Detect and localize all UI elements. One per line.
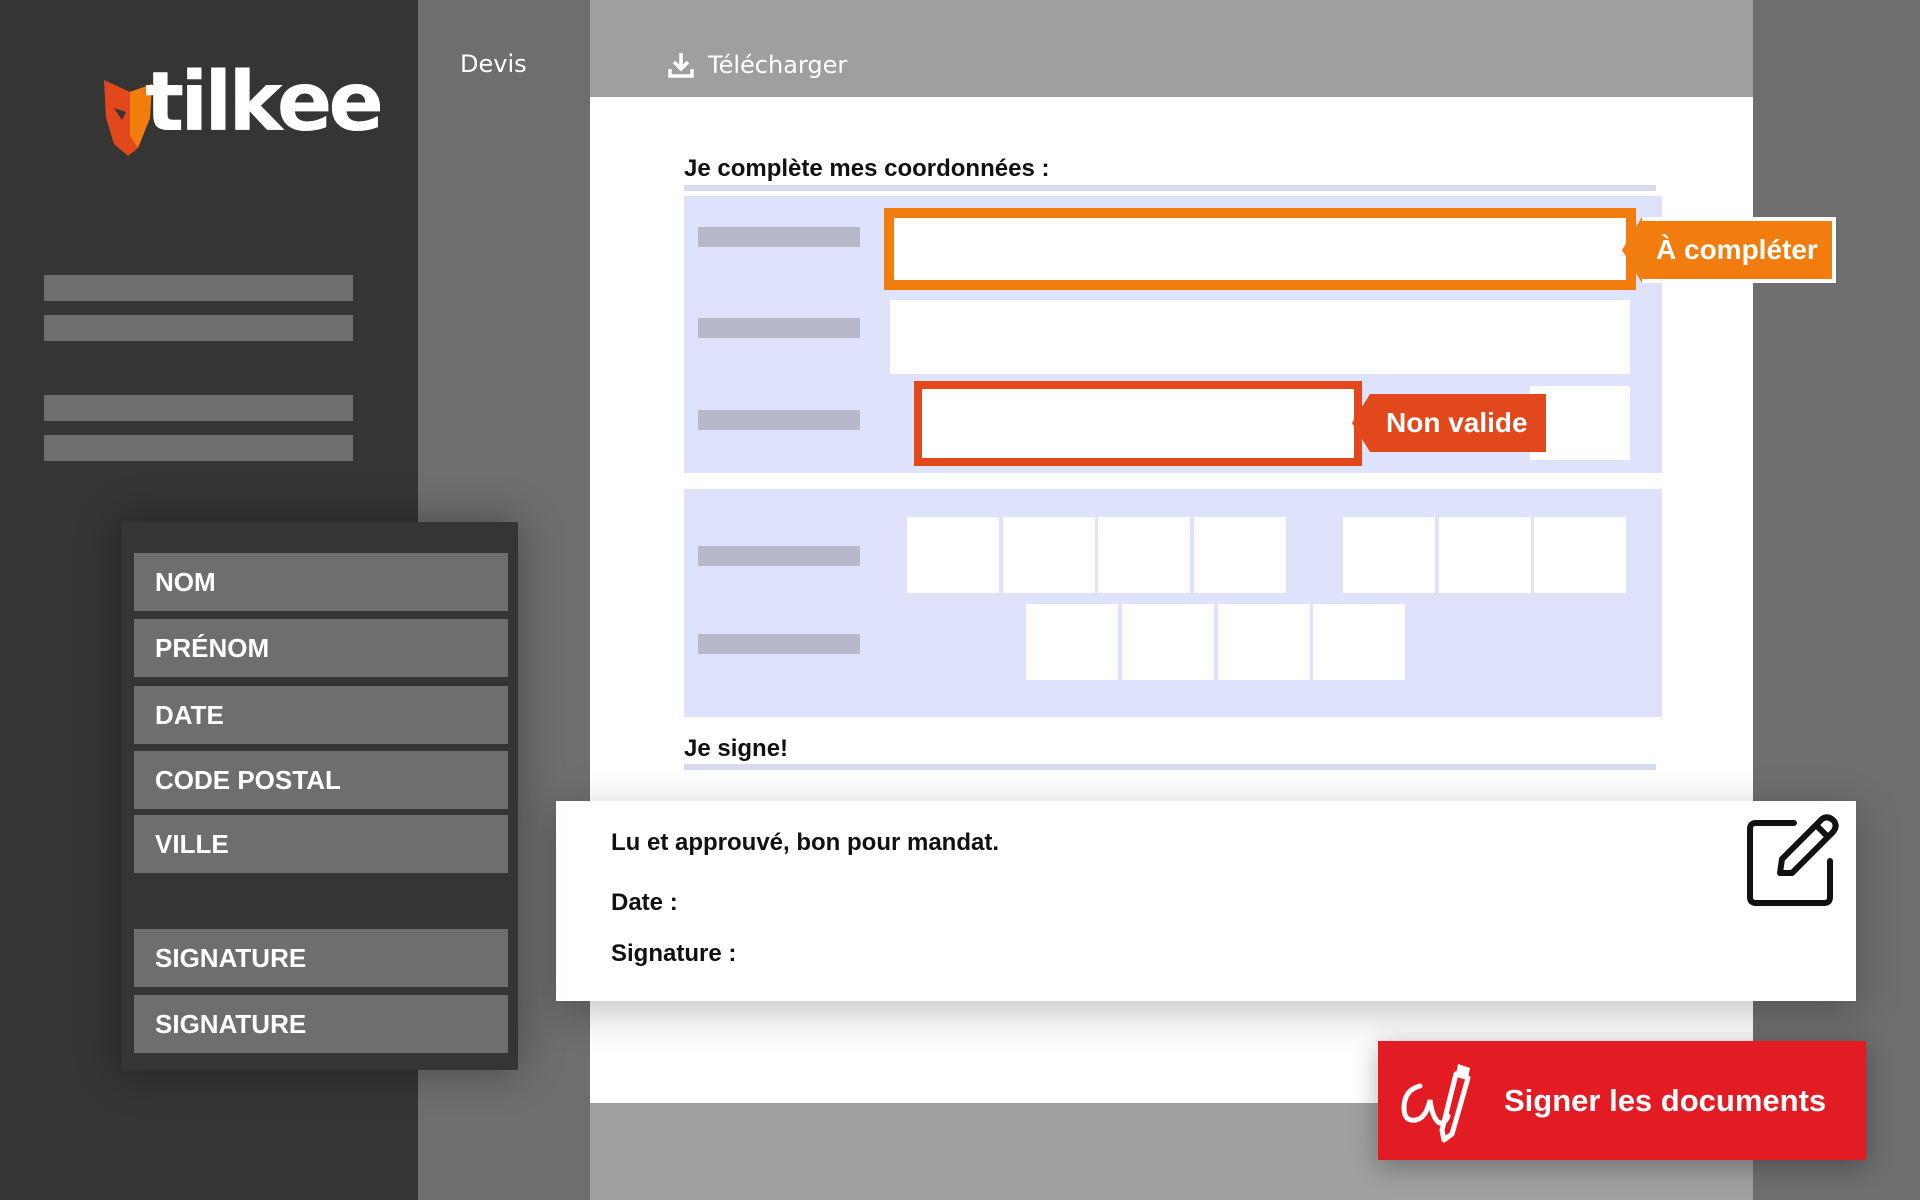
section-divider (684, 185, 1656, 191)
digit-box-input[interactable] (1534, 517, 1626, 593)
section-divider (684, 764, 1656, 770)
signature-pen-icon (1396, 1056, 1490, 1146)
field-item-signature[interactable]: SIGNATURE (134, 995, 508, 1053)
text-field-input[interactable] (890, 300, 1630, 374)
tag-a-completer: À compléter (1622, 217, 1836, 283)
field-label-placeholder (698, 410, 860, 430)
sidebar-placeholder-line (44, 395, 353, 421)
section-title-coordonnees: Je complète mes coordonnées : (684, 155, 1050, 182)
sidebar-placeholder-line (44, 275, 353, 301)
required-field-input[interactable] (884, 208, 1636, 290)
sign-documents-button[interactable]: Signer les documents (1378, 1041, 1866, 1160)
digit-box-input[interactable] (1122, 604, 1214, 680)
field-item-date[interactable]: DATE (134, 686, 508, 744)
digit-box-input[interactable] (1026, 604, 1118, 680)
field-item-prenom[interactable]: PRÉNOM (134, 619, 508, 677)
sign-documents-label: Signer les documents (1504, 1082, 1827, 1118)
sidebar-placeholder-line (44, 315, 353, 341)
digit-box-input[interactable] (907, 517, 999, 593)
field-label-placeholder (698, 227, 860, 247)
download-label: Télécharger (708, 51, 848, 79)
field-item-code-postal[interactable]: CODE POSTAL (134, 751, 508, 809)
tag-a-completer-label: À compléter (1642, 217, 1836, 283)
edit-signature-icon[interactable] (1742, 811, 1842, 911)
field-label-placeholder (698, 318, 860, 338)
digit-box-input[interactable] (1194, 517, 1286, 593)
download-button[interactable]: Télécharger (668, 48, 847, 82)
field-label-placeholder (698, 546, 860, 566)
signature-label: Signature : (611, 940, 737, 967)
background-panel (1753, 0, 1920, 1200)
tag-non-valide-label: Non valide (1370, 394, 1546, 452)
tag-non-valide: Non valide (1352, 394, 1546, 452)
section-title-signature: Je signe! (684, 735, 789, 762)
digit-box-input[interactable] (1098, 517, 1190, 593)
download-icon (668, 51, 694, 79)
field-label-placeholder (698, 634, 860, 654)
field-item-signature[interactable]: SIGNATURE (134, 929, 508, 987)
digit-box-input[interactable] (1313, 604, 1405, 680)
field-item-nom[interactable]: NOM (134, 553, 508, 611)
digit-box-input[interactable] (1439, 517, 1531, 593)
tab-devis[interactable]: Devis (460, 50, 527, 78)
sidebar-placeholder-line (44, 435, 353, 461)
fields-panel: NOM PRÉNOM DATE CODE POSTAL VILLE SIGNAT… (122, 522, 518, 1070)
signature-card: Lu et approuvé, bon pour mandat. Date : … (556, 801, 1856, 1001)
digit-box-input[interactable] (1003, 517, 1095, 593)
field-item-ville[interactable]: VILLE (134, 815, 508, 873)
invalid-field-input[interactable] (914, 381, 1362, 466)
tilkee-logo: tilkee (100, 62, 384, 165)
date-label: Date : (611, 889, 678, 916)
digit-box-input[interactable] (1343, 517, 1435, 593)
brand-wordmark: tilkee (145, 55, 384, 150)
digit-box-input[interactable] (1218, 604, 1310, 680)
approval-text: Lu et approuvé, bon pour mandat. (611, 829, 1000, 856)
